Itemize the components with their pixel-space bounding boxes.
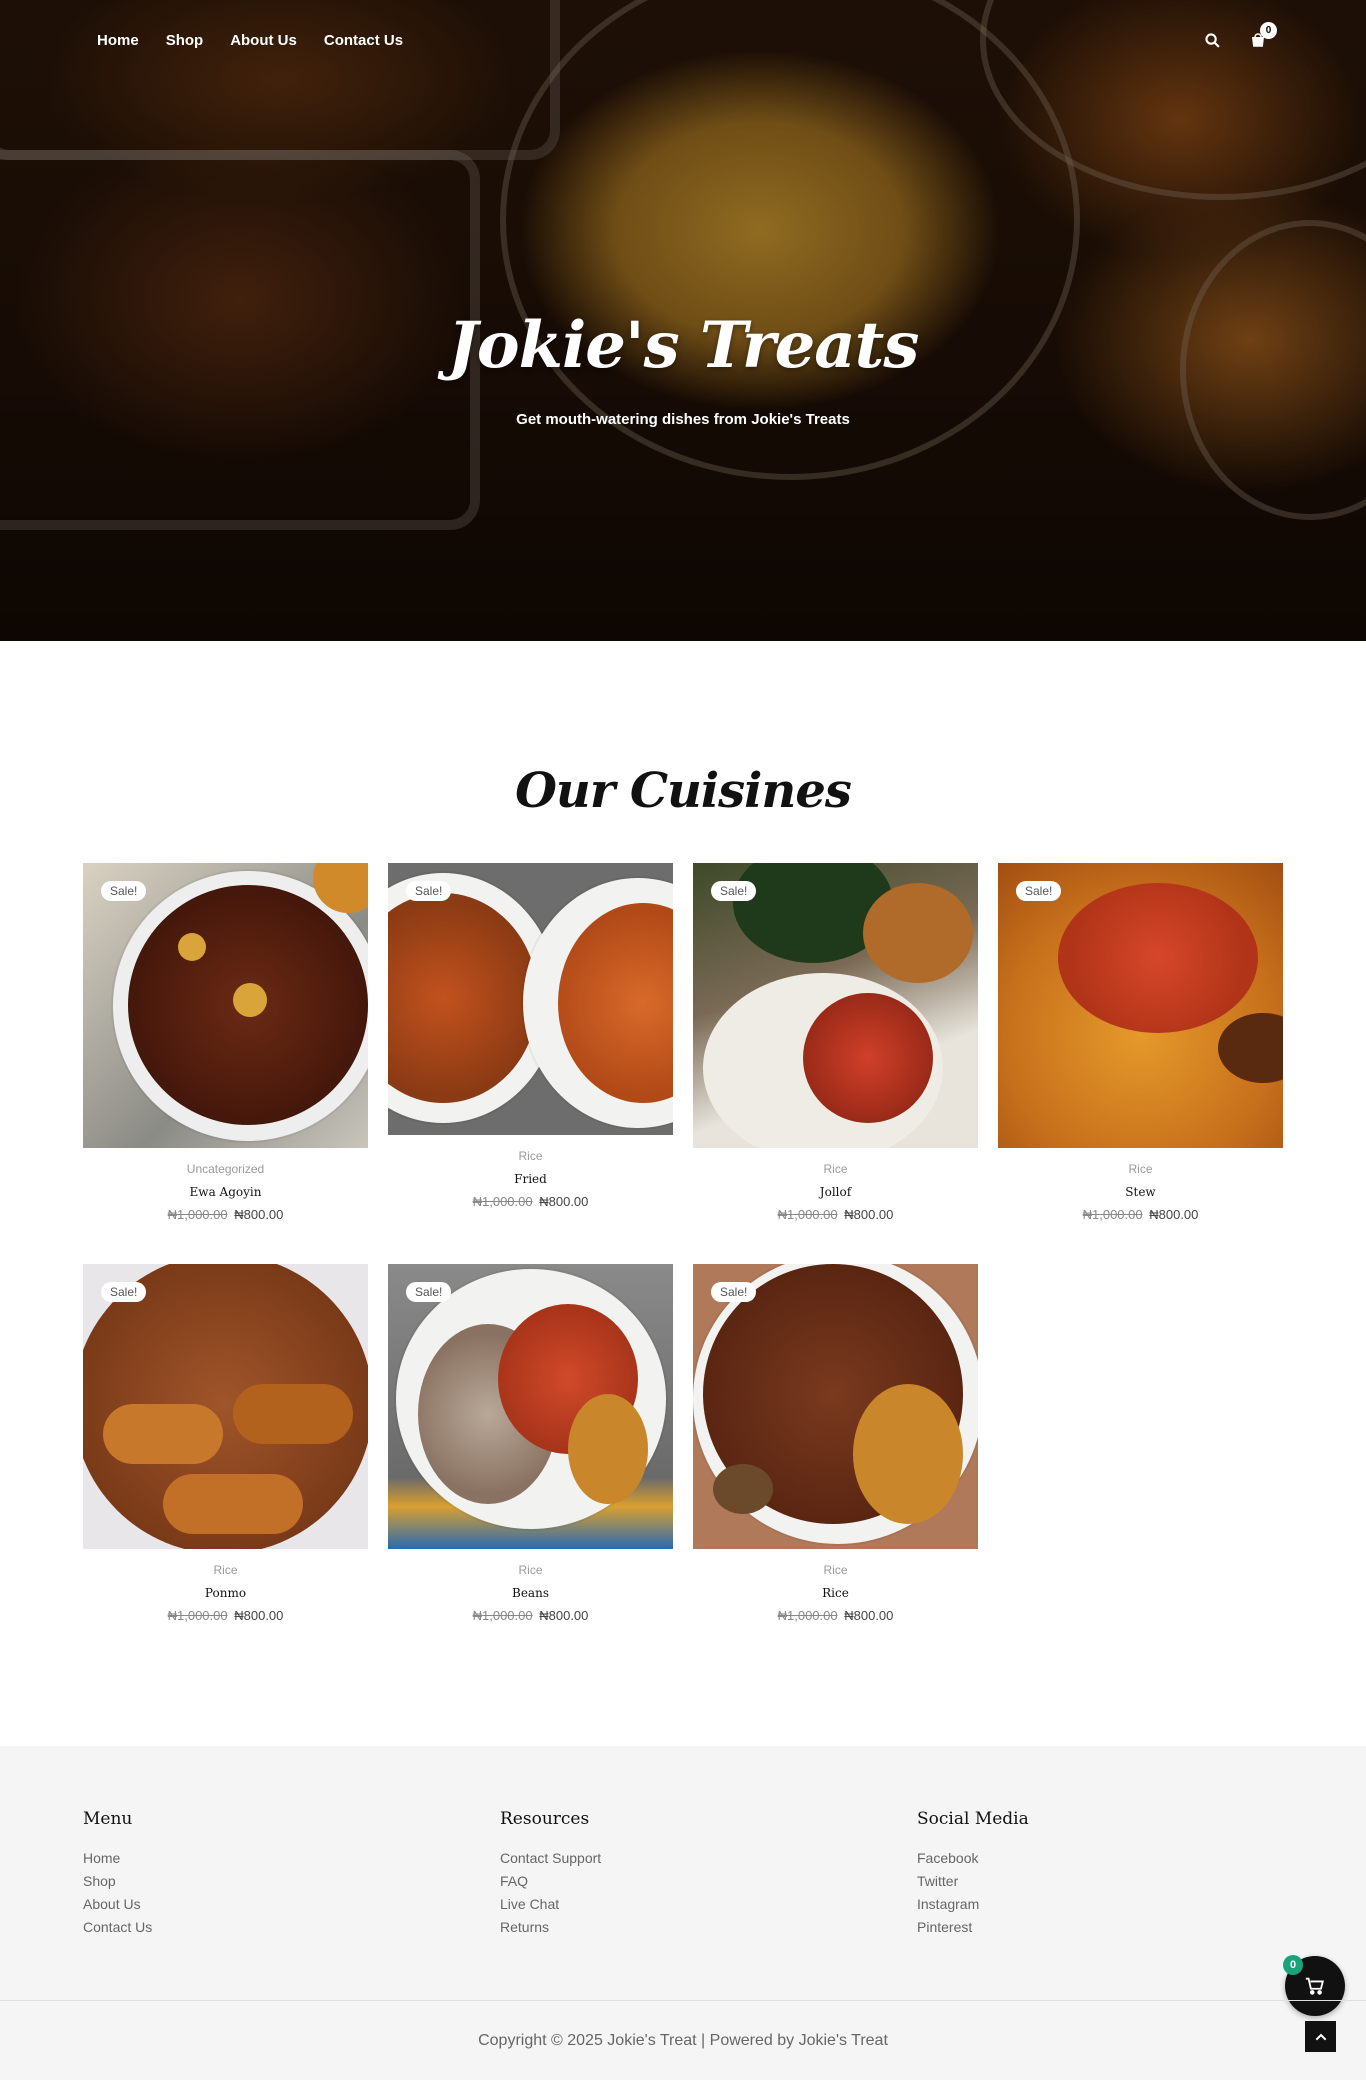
footer-menu: Menu Home Shop About Us Contact Us xyxy=(83,1809,500,1939)
old-price: ₦1,000.00 xyxy=(167,1608,228,1623)
hero-title: Jokie's Treats xyxy=(447,308,920,383)
footer-resources: Resources Contact Support FAQ Live Chat … xyxy=(500,1809,917,1939)
copyright-text: Copyright © 2025 Jokie's Treat | Powered… xyxy=(478,2031,888,2049)
sale-badge: Sale! xyxy=(101,1282,147,1302)
sale-badge: Sale! xyxy=(101,881,147,901)
product-category[interactable]: Uncategorized xyxy=(83,1162,368,1176)
sale-price: ₦800.00 xyxy=(539,1194,589,1209)
old-price: ₦1,000.00 xyxy=(472,1608,533,1623)
footer-link-facebook[interactable]: Facebook xyxy=(917,1847,1334,1870)
footer-social: Social Media Facebook Twitter Instagram … xyxy=(917,1809,1334,1939)
footer-social-title: Social Media xyxy=(917,1809,1029,1829)
sale-price: ₦800.00 xyxy=(539,1608,589,1623)
cuisines-section: Our Cuisines Sale! Uncategorized Ewa Ago… xyxy=(0,641,1366,1623)
product-grid: Sale! Uncategorized Ewa Agoyin ₦1,000.00… xyxy=(83,863,1283,1623)
footer-link-returns[interactable]: Returns xyxy=(500,1916,917,1939)
sale-badge: Sale! xyxy=(711,1282,757,1302)
product-image[interactable]: Sale! xyxy=(388,1264,673,1549)
product-price: ₦1,000.00 ₦800.00 xyxy=(388,1608,673,1623)
cart-icon[interactable]: 0 xyxy=(1249,22,1277,49)
hero-banner: Home Shop About Us Contact Us 0 Jokie's … xyxy=(0,0,1366,641)
footer-link-contact-us[interactable]: Contact Us xyxy=(83,1916,500,1939)
product-name[interactable]: Rice xyxy=(693,1586,978,1600)
scroll-to-top-button[interactable] xyxy=(1305,2021,1336,2052)
product-price: ₦1,000.00 ₦800.00 xyxy=(83,1207,368,1222)
site-footer: Menu Home Shop About Us Contact Us Resou… xyxy=(0,1746,1366,2080)
product-card[interactable]: Sale! Uncategorized Ewa Agoyin ₦1,000.00… xyxy=(83,863,368,1222)
sale-price: ₦800.00 xyxy=(1149,1207,1199,1222)
old-price: ₦1,000.00 xyxy=(777,1608,838,1623)
old-price: ₦1,000.00 xyxy=(472,1194,533,1209)
sale-badge: Sale! xyxy=(406,1282,452,1302)
hero-subtitle: Get mouth-watering dishes from Jokie's T… xyxy=(516,411,850,428)
main-nav: Home Shop About Us Contact Us 0 xyxy=(0,0,1366,80)
footer-columns: Menu Home Shop About Us Contact Us Resou… xyxy=(0,1809,1366,1939)
product-price: ₦1,000.00 ₦800.00 xyxy=(693,1608,978,1623)
product-price: ₦1,000.00 ₦800.00 xyxy=(388,1194,673,1209)
product-name[interactable]: Beans xyxy=(388,1586,673,1600)
old-price: ₦1,000.00 xyxy=(1082,1207,1143,1222)
nav-about-us[interactable]: About Us xyxy=(230,32,297,49)
product-price: ₦1,000.00 ₦800.00 xyxy=(998,1207,1283,1222)
section-title: Our Cuisines xyxy=(515,763,852,819)
product-category[interactable]: Rice xyxy=(693,1162,978,1176)
product-card[interactable]: Sale! Rice Fried ₦1,000.00 ₦800.00 xyxy=(388,863,673,1222)
footer-link-twitter[interactable]: Twitter xyxy=(917,1870,1334,1893)
nav-contact-us[interactable]: Contact Us xyxy=(324,32,403,49)
product-category[interactable]: Rice xyxy=(998,1162,1283,1176)
footer-link-live-chat[interactable]: Live Chat xyxy=(500,1893,917,1916)
product-category[interactable]: Rice xyxy=(83,1563,368,1577)
product-image[interactable]: Sale! xyxy=(693,1264,978,1549)
footer-link-shop[interactable]: Shop xyxy=(83,1870,500,1893)
nav-home[interactable]: Home xyxy=(97,32,139,49)
cart-count-badge: 0 xyxy=(1260,22,1277,39)
product-price: ₦1,000.00 ₦800.00 xyxy=(693,1207,978,1222)
sale-badge: Sale! xyxy=(711,881,757,901)
old-price: ₦1,000.00 xyxy=(167,1207,228,1222)
copyright-bar: Copyright © 2025 Jokie's Treat | Powered… xyxy=(0,2000,1366,2080)
sale-price: ₦800.00 xyxy=(844,1207,894,1222)
footer-resources-title: Resources xyxy=(500,1809,590,1829)
nav-shop[interactable]: Shop xyxy=(166,32,204,49)
chevron-up-icon xyxy=(1315,2033,1326,2040)
product-price: ₦1,000.00 ₦800.00 xyxy=(83,1608,368,1623)
product-name[interactable]: Fried xyxy=(388,1172,673,1186)
product-card[interactable]: Sale! Rice Rice ₦1,000.00 ₦800.00 xyxy=(693,1264,978,1623)
cart-icon xyxy=(1305,1977,1324,1995)
product-name[interactable]: Jollof xyxy=(693,1185,978,1199)
sale-badge: Sale! xyxy=(1016,881,1062,901)
product-image[interactable]: Sale! xyxy=(83,863,368,1148)
footer-link-home[interactable]: Home xyxy=(83,1847,500,1870)
product-category[interactable]: Rice xyxy=(693,1563,978,1577)
sale-price: ₦800.00 xyxy=(234,1608,284,1623)
footer-link-contact-support[interactable]: Contact Support xyxy=(500,1847,917,1870)
search-icon[interactable] xyxy=(1204,32,1221,49)
old-price: ₦1,000.00 xyxy=(777,1207,838,1222)
product-card[interactable]: Sale! Rice Ponmo ₦1,000.00 ₦800.00 xyxy=(83,1264,368,1623)
product-name[interactable]: Ponmo xyxy=(83,1586,368,1600)
footer-link-pinterest[interactable]: Pinterest xyxy=(917,1916,1334,1939)
product-name[interactable]: Ewa Agoyin xyxy=(83,1185,368,1199)
product-name[interactable]: Stew xyxy=(998,1185,1283,1199)
product-image[interactable]: Sale! xyxy=(83,1264,368,1549)
sale-price: ₦800.00 xyxy=(844,1608,894,1623)
sale-badge: Sale! xyxy=(406,881,452,901)
product-image[interactable]: Sale! xyxy=(388,863,673,1135)
sale-price: ₦800.00 xyxy=(234,1207,284,1222)
footer-link-instagram[interactable]: Instagram xyxy=(917,1893,1334,1916)
product-card[interactable]: Sale! Rice Beans ₦1,000.00 ₦800.00 xyxy=(388,1264,673,1623)
hero-text: Jokie's Treats Get mouth-watering dishes… xyxy=(0,308,1366,428)
product-card[interactable]: Sale! Rice Stew ₦1,000.00 ₦800.00 xyxy=(998,863,1283,1222)
floating-cart-count: 0 xyxy=(1283,1955,1303,1975)
nav-icons: 0 xyxy=(1204,22,1277,49)
product-category[interactable]: Rice xyxy=(388,1563,673,1577)
product-image[interactable]: Sale! xyxy=(998,863,1283,1148)
nav-links: Home Shop About Us Contact Us xyxy=(97,32,403,49)
footer-menu-title: Menu xyxy=(83,1809,133,1829)
product-image[interactable]: Sale! xyxy=(693,863,978,1148)
footer-link-faq[interactable]: FAQ xyxy=(500,1870,917,1893)
footer-link-about-us[interactable]: About Us xyxy=(83,1893,500,1916)
product-category[interactable]: Rice xyxy=(388,1149,673,1163)
product-card[interactable]: Sale! Rice Jollof ₦1,000.00 ₦800.00 xyxy=(693,863,978,1222)
